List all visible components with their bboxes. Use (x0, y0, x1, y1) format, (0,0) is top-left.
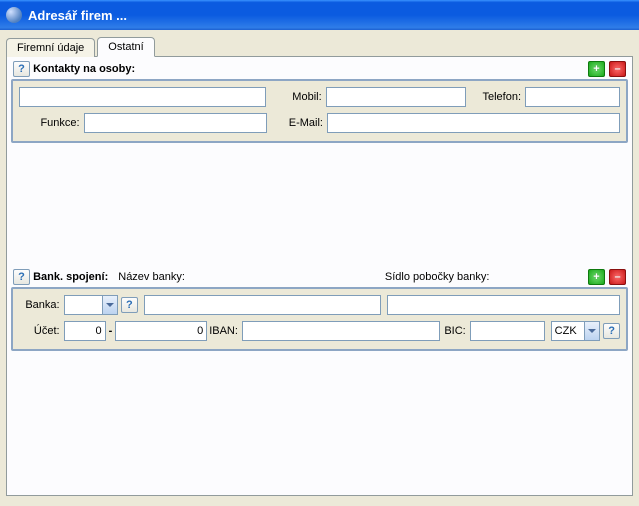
banka-lookup-button[interactable]: ? (121, 297, 138, 313)
nazev-banky-label: Název banky: (118, 271, 185, 283)
funkce-input[interactable] (84, 113, 268, 133)
contacts-help-button[interactable]: ? (13, 61, 30, 77)
iban-label: IBAN: (207, 325, 242, 337)
tab-firemni-udaje[interactable]: Firemní údaje (6, 38, 95, 57)
bic-label: BIC: (440, 325, 470, 337)
ucet-main-input[interactable] (115, 321, 207, 341)
banka-combo-value (65, 296, 102, 314)
bank-panel: Banka: ? Účet: - IBAN: BIC: (11, 287, 628, 351)
funkce-label: Funkce: (19, 117, 84, 129)
currency-combo-value: CZK (552, 322, 585, 340)
window-title: Adresář firem ... (28, 8, 127, 23)
telefon-input[interactable] (525, 87, 620, 107)
bic-input[interactable] (470, 321, 545, 341)
nazev-banky-input[interactable] (144, 295, 382, 315)
contacts-section-header: ? Kontakty na osoby: + – (11, 59, 628, 79)
ucet-label: Účet: (19, 325, 64, 337)
titlebar: Adresář firem ... (0, 0, 639, 30)
contacts-panel: Mobil: Telefon: Funkce: E-Mail: (11, 79, 628, 143)
iban-input[interactable] (242, 321, 440, 341)
ucet-prefix-input[interactable] (64, 321, 106, 341)
chevron-down-icon[interactable] (584, 322, 599, 340)
telefon-label: Telefon: (466, 91, 525, 103)
bank-heading: Bank. spojení: (33, 271, 108, 283)
bank-help-button[interactable]: ? (13, 269, 30, 285)
contacts-heading: Kontakty na osoby: (33, 63, 135, 75)
ucet-dash: - (106, 325, 116, 337)
chevron-down-icon[interactable] (102, 296, 117, 314)
contacts-delete-button[interactable]: – (609, 61, 626, 77)
contact-name-input[interactable] (19, 87, 266, 107)
tab-panel-ostatni: ? Kontakty na osoby: + – Mobil: Telefon:… (6, 56, 633, 496)
contacts-add-button[interactable]: + (588, 61, 605, 77)
email-label: E-Mail: (267, 117, 327, 129)
currency-combo[interactable]: CZK (551, 321, 601, 341)
tab-ostatni[interactable]: Ostatní (97, 37, 154, 57)
sidlo-pobocky-label: Sídlo pobočky banky: (385, 271, 490, 283)
bank-delete-button[interactable]: – (609, 269, 626, 285)
currency-lookup-button[interactable]: ? (603, 323, 620, 339)
banka-label: Banka: (19, 299, 64, 311)
bank-section-header: ? Bank. spojení: Název banky: Sídlo pobo… (11, 267, 628, 287)
app-icon (6, 7, 22, 23)
sidlo-pobocky-input[interactable] (387, 295, 620, 315)
client-area: Firemní údaje Ostatní ? Kontakty na osob… (0, 30, 639, 502)
mobil-input[interactable] (326, 87, 466, 107)
tab-strip: Firemní údaje Ostatní (6, 36, 633, 56)
banka-combo[interactable] (64, 295, 118, 315)
bank-add-button[interactable]: + (588, 269, 605, 285)
email-input[interactable] (327, 113, 620, 133)
mobil-label: Mobil: (266, 91, 325, 103)
